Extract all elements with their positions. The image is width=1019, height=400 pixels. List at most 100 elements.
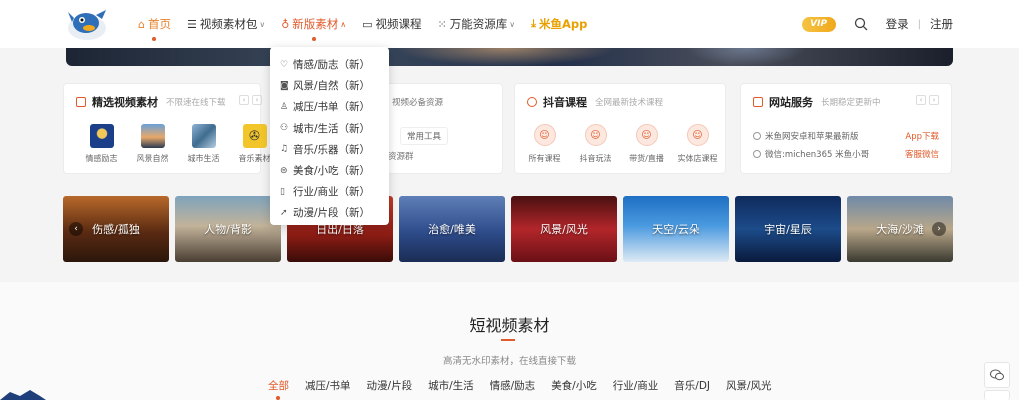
filter-item[interactable]: 行业/商业 <box>613 378 659 393</box>
featured-thumbs: 情感励志 风景自然 城市生活 ✇ 音乐素材 <box>76 124 280 164</box>
dropdown-item-business[interactable]: ▯ 行业/商业（新） <box>270 181 389 202</box>
course-label: 实体店课程 <box>677 154 718 163</box>
customer-wechat-link[interactable]: 客服微信 <box>905 148 939 160</box>
person-icon: ♙ <box>280 101 289 112</box>
card-title: 精选视频素材 不限速在线下载 <box>76 94 226 110</box>
tile-healing[interactable]: 治愈/唯美 <box>399 196 505 262</box>
course-all[interactable]: ☺ 所有课程 <box>519 124 570 164</box>
filter-item[interactable]: 减压/书单 <box>305 378 351 393</box>
thumb-label: 音乐素材 <box>238 154 271 163</box>
chevron-right-icon[interactable]: › <box>932 222 946 236</box>
chevron-down-icon: ∨ <box>509 19 516 29</box>
list-icon: ☰ <box>186 17 197 31</box>
tile-scenery[interactable]: 风景/风光 <box>511 196 617 262</box>
wechat-float-button[interactable] <box>984 362 1010 388</box>
dropdown-item-emotion[interactable]: ♡ 情感/励志（新） <box>270 54 389 75</box>
float-button[interactable] <box>984 390 1010 400</box>
tile-label: 宇宙/星辰 <box>764 223 812 236</box>
course-live[interactable]: ☺ 带货/直播 <box>621 124 672 164</box>
register-link[interactable]: 注册 <box>930 16 953 32</box>
login-link[interactable]: 登录 <box>886 16 909 32</box>
banner-glow <box>686 48 806 66</box>
smile-icon: ☺ <box>686 124 709 146</box>
dropdown-label: 减压/书单（新） <box>293 101 371 114</box>
thumb-image <box>191 124 216 148</box>
dropdown-label: 美食/小吃（新） <box>293 165 371 178</box>
document-icon: ▯ <box>280 186 285 197</box>
camera-icon: ◙ <box>280 80 289 91</box>
tile-label: 大海/沙滩 <box>876 223 924 236</box>
monitor-icon: ▭ <box>362 17 373 31</box>
nav-resource-library[interactable]: ⁙ 万能资源库 ∨ <box>438 0 516 48</box>
filter-all[interactable]: 全部 <box>268 378 289 393</box>
mascot-icon <box>0 390 46 400</box>
service-line-app: 米鱼网安卓和苹果最新版 <box>753 130 859 142</box>
dropdown-item-city[interactable]: ⚇ 城市/生活（新） <box>270 118 389 139</box>
site-logo[interactable] <box>66 6 108 42</box>
dropdown-item-booklist[interactable]: ♙ 减压/书单（新） <box>270 96 389 117</box>
filter-item[interactable]: 美食/小吃 <box>551 378 597 393</box>
dropdown-item-anime[interactable]: ➚ 动漫/片段（新） <box>270 202 389 223</box>
filter-item[interactable]: 音乐/DJ <box>674 378 710 393</box>
filter-item[interactable]: 风景/风光 <box>726 378 772 393</box>
chevron-left-icon[interactable]: ‹ <box>239 95 249 105</box>
dropdown-label: 风景/自然（新） <box>293 80 371 93</box>
top-header: ⌂ 首页 ☰ 视频素材包 ∨ ♁ 新版素材 ∧ ▭ 视频课程 ⁙ 万能资源库 ∨… <box>0 0 1019 48</box>
category-filter: 全部 减压/书单 动漫/片段 城市/生活 情感/励志 美食/小吃 行业/商业 音… <box>268 378 788 393</box>
nav-video-packs[interactable]: ☰ 视频素材包 ∨ <box>187 0 265 48</box>
resource-group-link[interactable]: 资源群 <box>388 150 414 162</box>
thumb-label: 情感励志 <box>85 154 118 163</box>
people-icon: ⚇ <box>280 123 289 134</box>
clock-icon <box>753 150 761 158</box>
thumb-image <box>140 124 165 148</box>
page: ⌂ 首页 ☰ 视频素材包 ∨ ♁ 新版素材 ∧ ▭ 视频课程 ⁙ 万能资源库 ∨… <box>0 0 1019 400</box>
course-store[interactable]: ☺ 实体店课程 <box>672 124 723 164</box>
vip-badge[interactable]: VIP <box>801 16 836 32</box>
grid-icon: ⁙ <box>437 17 447 31</box>
thumb-emotion[interactable]: 情感励志 <box>76 124 127 164</box>
nav-video-packs-label: 视频素材包 <box>199 17 258 31</box>
dropdown-item-food[interactable]: ⊜ 美食/小吃（新） <box>270 160 389 181</box>
nav-app[interactable]: ⤓ 米鱼App <box>531 0 587 48</box>
active-dot <box>276 396 280 400</box>
chevron-left-icon[interactable]: ‹ <box>69 222 83 236</box>
service-text: 微信:michen365 米鱼小哥 <box>765 150 870 160</box>
chevron-down-icon: ∨ <box>259 19 266 29</box>
course-label: 所有课程 <box>528 154 561 163</box>
rocket-icon: ➚ <box>280 207 288 218</box>
filter-item[interactable]: 城市/生活 <box>428 378 474 393</box>
nav-new-materials[interactable]: ♁ 新版素材 ∧ <box>281 0 346 48</box>
nav-video-courses-label: 视频课程 <box>375 17 422 31</box>
sparkle-icon: ♁ <box>281 17 290 31</box>
search-icon[interactable] <box>854 17 868 31</box>
clock-icon <box>753 132 761 140</box>
active-dot <box>152 37 157 41</box>
chevron-right-icon[interactable]: › <box>252 95 262 105</box>
category-tiles: 伤感/孤独 人物/背影 日出/日落 治愈/唯美 风景/风光 天空/云朵 宇宙/星… <box>63 196 953 262</box>
filter-item[interactable]: 情感/励志 <box>490 378 536 393</box>
tools-chip[interactable]: 常用工具 <box>400 127 449 145</box>
hero-banner[interactable] <box>66 48 953 66</box>
nav-home[interactable]: ⌂ 首页 <box>138 0 171 48</box>
dropdown-item-music[interactable]: ♫ 音乐/乐器（新） <box>270 139 389 160</box>
app-download-link[interactable]: App下载 <box>905 130 939 142</box>
food-icon: ⊜ <box>280 165 288 176</box>
course-list: ☺ 所有课程 ☺ 抖音玩法 ☺ 带货/直播 ☺ 实体店课程 <box>519 124 723 164</box>
dropdown-label: 城市/生活（新） <box>293 122 371 135</box>
tile-universe[interactable]: 宇宙/星辰 <box>735 196 841 262</box>
dropdown-item-scenery[interactable]: ◙ 风景/自然（新） <box>270 75 389 96</box>
nav-new-materials-label: 新版素材 <box>292 17 339 31</box>
open-dot <box>311 37 316 41</box>
dropdown-label: 动漫/片段（新） <box>293 207 371 220</box>
service-text: 米鱼网安卓和苹果最新版 <box>765 132 859 142</box>
tile-sky[interactable]: 天空/云朵 <box>623 196 729 262</box>
nav-resource-library-label: 万能资源库 <box>449 17 508 31</box>
filter-item[interactable]: 动漫/片段 <box>367 378 413 393</box>
nav-video-courses[interactable]: ▭ 视频课程 <box>362 0 421 48</box>
tile-people[interactable]: 人物/背影 <box>175 196 281 262</box>
thumb-scenery[interactable]: 风景自然 <box>127 124 178 164</box>
wechat-icon <box>990 369 1004 381</box>
thumb-city[interactable]: 城市生活 <box>178 124 229 164</box>
tile-label: 伤感/孤独 <box>92 223 140 236</box>
course-douyin[interactable]: ☺ 抖音玩法 <box>570 124 621 164</box>
